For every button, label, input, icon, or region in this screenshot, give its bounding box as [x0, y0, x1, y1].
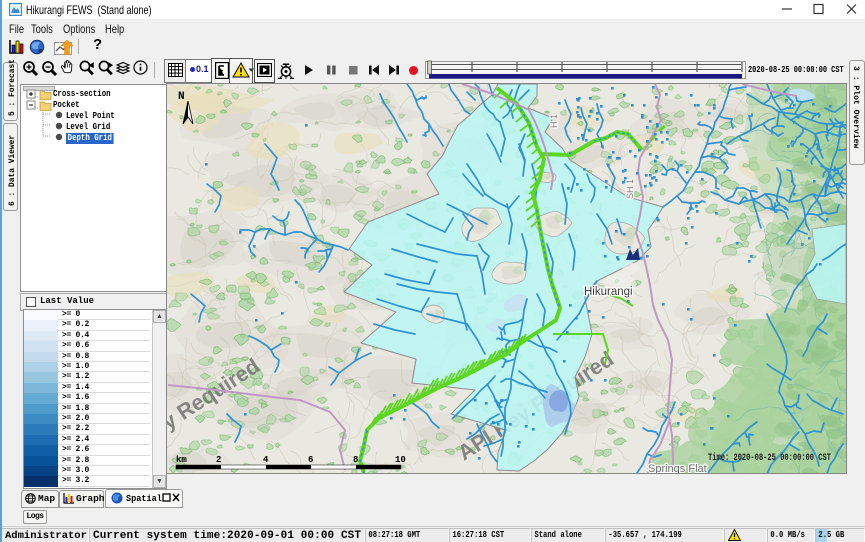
svg-text:10: 10 — [395, 455, 406, 465]
svg-text:km: km — [176, 455, 187, 465]
svg-text:Hikurangi: Hikurangi — [584, 286, 633, 298]
svg-text:N: N — [178, 91, 185, 103]
svg-text:2: 2 — [216, 455, 221, 465]
svg-text:SH 1: SH 1 — [625, 179, 635, 199]
svg-text:4: 4 — [263, 455, 269, 465]
svg-text:8: 8 — [353, 455, 358, 465]
svg-text:6: 6 — [308, 455, 313, 465]
svg-text:H 1: H 1 — [549, 114, 559, 128]
svg-text:Time: 2020-08-25 00:00:00 CST: Time: 2020-08-25 00:00:00 CST — [708, 452, 831, 464]
svg-text:Springs Flat: Springs Flat — [648, 463, 707, 474]
